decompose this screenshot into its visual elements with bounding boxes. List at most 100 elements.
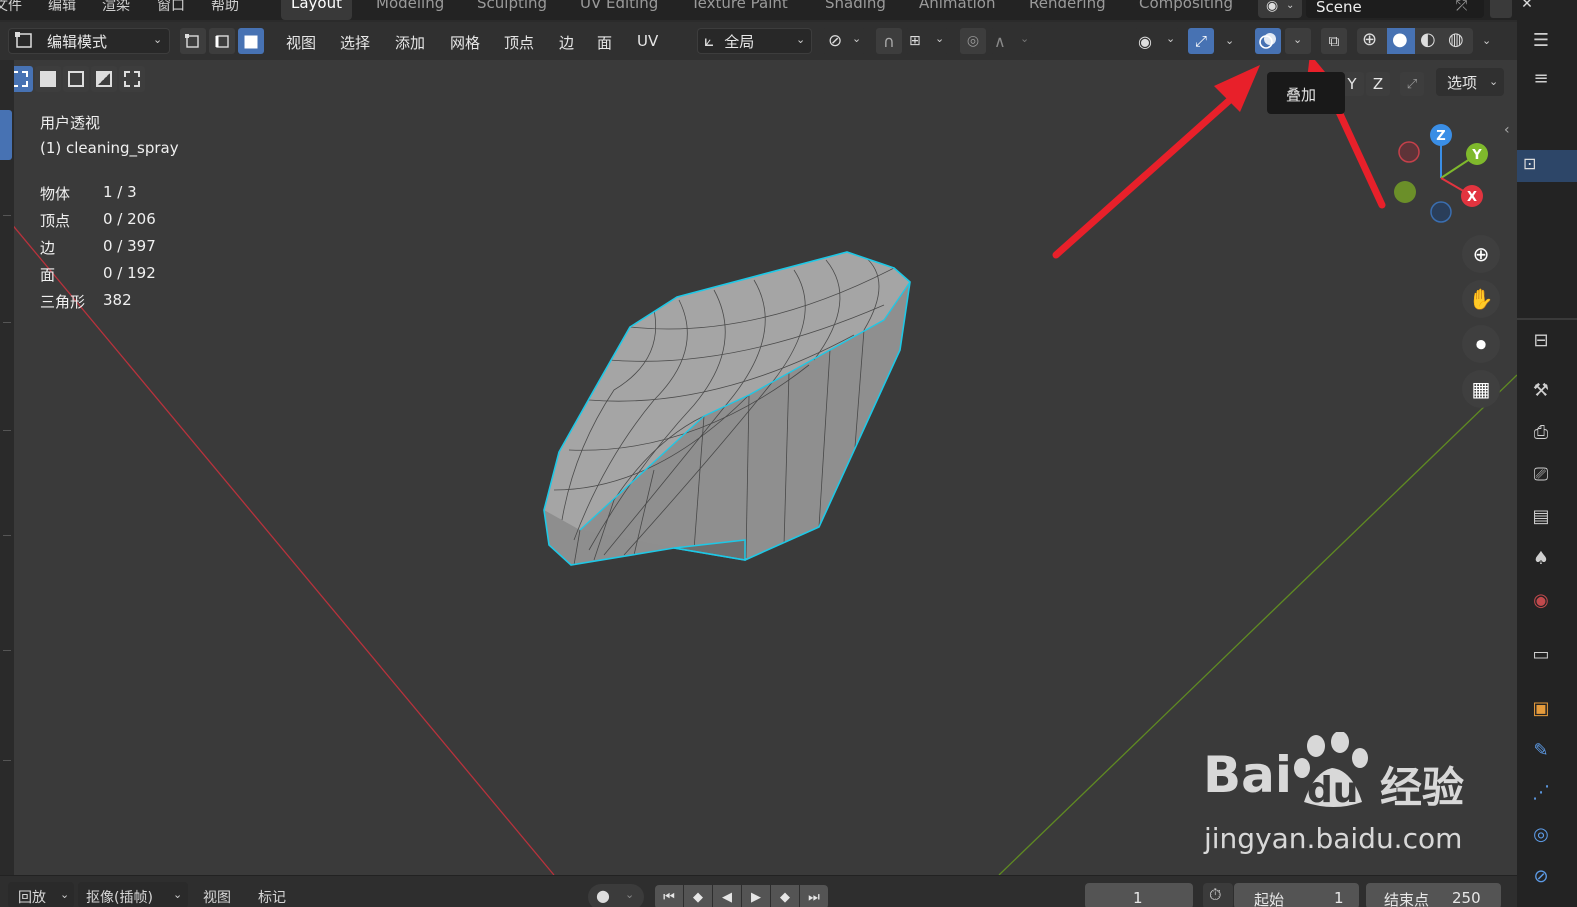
menu-edge[interactable]: 边 — [559, 32, 574, 53]
zoom-button[interactable]: ⊕ — [1462, 235, 1500, 273]
next-keyframe-button[interactable]: ◆ — [771, 885, 799, 907]
outliner-icon[interactable]: ☰ — [1527, 26, 1555, 54]
close-icon[interactable]: ✕ — [1516, 0, 1538, 18]
editor-type-icon[interactable]: ⊟ — [1527, 326, 1555, 354]
tab-modeling[interactable]: Modeling — [366, 0, 454, 20]
active-editor-tab[interactable]: ⊡ — [1517, 150, 1577, 182]
overlay-toggle-button[interactable] — [1255, 28, 1281, 54]
rendered-shading-icon[interactable]: ◍ — [1448, 29, 1464, 50]
chevron-down-icon: ⌄ — [935, 32, 945, 45]
navigation-gizmo[interactable]: Z Y X — [1384, 120, 1494, 230]
face-select-button[interactable] — [238, 28, 264, 54]
sidebar-toggle-icon[interactable]: ‹ — [1504, 122, 1510, 138]
active-tool-indicator[interactable] — [0, 110, 12, 160]
tab-compositing[interactable]: Compositing — [1129, 0, 1243, 20]
prev-keyframe-button[interactable]: ◆ — [684, 885, 712, 907]
list-icon[interactable]: ≡ — [1527, 64, 1555, 92]
play-button[interactable]: ▶ — [742, 885, 770, 907]
transform-orientation-dropdown[interactable]: ⟀ 全局 ⌄ — [697, 28, 812, 54]
object-icon[interactable]: ▣ — [1527, 694, 1555, 722]
jump-end-button[interactable]: ⏭ — [800, 885, 828, 907]
physics-icon[interactable]: ◎ — [1527, 820, 1555, 848]
preview-range-button[interactable]: ⏱ — [1203, 883, 1233, 907]
timeline-marker-menu[interactable]: 标记 — [258, 887, 286, 907]
play-reverse-button[interactable]: ◀ — [713, 885, 741, 907]
falloff-dropdown[interactable]: ∧ ⌄ — [990, 28, 1034, 54]
perspective-toggle-button[interactable]: ▦ — [1462, 370, 1500, 408]
playback-dropdown[interactable]: 回放 ⌄ — [8, 882, 74, 907]
snap-toggle-button[interactable]: ∩ — [876, 28, 902, 54]
menu-file[interactable]: 文件 — [0, 0, 22, 15]
scene-icon[interactable]: ◉ ⌄ — [1258, 0, 1302, 18]
menu-edit[interactable]: 编辑 — [48, 0, 76, 15]
menu-render[interactable]: 渲染 — [102, 0, 130, 15]
wireframe-shading-icon[interactable]: ⊕ — [1362, 29, 1377, 50]
timeline-view-menu[interactable]: 视图 — [203, 887, 231, 907]
tab-shading[interactable]: Shading — [815, 0, 896, 20]
tab-rendering[interactable]: Rendering — [1019, 0, 1116, 20]
view-layer-icon[interactable]: ▤ — [1527, 502, 1555, 530]
jump-start-button[interactable]: ⏮ — [655, 885, 683, 907]
axis-z-button[interactable]: Z — [1366, 72, 1390, 96]
gizmo-chevron-down-icon[interactable]: ⌄ — [1225, 34, 1234, 47]
menu-view[interactable]: 视图 — [286, 32, 316, 53]
select-box-intersect-button[interactable] — [119, 66, 145, 92]
end-frame-field[interactable]: 结束点 250 — [1366, 883, 1501, 907]
auto-merge-button[interactable]: ⤢ — [1400, 72, 1424, 96]
tab-uv-editing[interactable]: UV Editing — [570, 0, 668, 20]
keying-dropdown[interactable]: 抠像(插帧) ⌄ — [78, 882, 188, 907]
output-icon[interactable]: ⎚ — [1527, 460, 1555, 488]
menu-window[interactable]: 窗口 — [157, 0, 185, 15]
collection-icon[interactable]: ▭ — [1527, 640, 1555, 668]
particles-icon[interactable]: ⋰ — [1527, 778, 1555, 806]
pan-button[interactable]: ✋ — [1462, 280, 1500, 318]
tab-sculpting[interactable]: Sculpting — [467, 0, 557, 20]
mode-dropdown[interactable]: 编辑模式 ⌄ — [8, 28, 170, 54]
x-axis-label: X — [1467, 190, 1477, 205]
tab-layout[interactable]: Layout — [281, 0, 352, 20]
select-box-subtract-button[interactable] — [63, 66, 89, 92]
tool-icon[interactable]: ⚒ — [1527, 376, 1555, 404]
record-button[interactable]: ● ⌄ — [588, 884, 644, 907]
select-box-invert-button[interactable] — [91, 66, 117, 92]
proportional-edit-button[interactable]: ◎ — [960, 28, 986, 54]
menu-mesh[interactable]: 网格 — [450, 32, 480, 53]
menu-help[interactable]: 帮助 — [211, 0, 239, 15]
material-shading-icon[interactable]: ◐ — [1420, 29, 1436, 50]
world-icon[interactable]: ◉ — [1527, 586, 1555, 614]
vertex-select-button[interactable] — [180, 28, 206, 54]
select-box-new-button[interactable] — [14, 66, 33, 92]
select-box-extend-button[interactable] — [35, 66, 61, 92]
render-icon[interactable]: ⎙ — [1527, 418, 1555, 446]
current-frame-field[interactable]: 1 — [1085, 883, 1193, 907]
camera-view-button[interactable]: ⏺ — [1462, 325, 1500, 363]
solid-shading-button[interactable]: ● — [1387, 28, 1415, 54]
pin-icon[interactable]: ⤱ — [1456, 0, 1467, 14]
3d-viewport[interactable]: 用户透视 (1) cleaning_spray 物体 1 / 3 顶点 0 / … — [14, 60, 1517, 875]
menu-vertex[interactable]: 顶点 — [504, 32, 534, 53]
pivot-dropdown[interactable]: ⊘ ⌄ — [822, 28, 866, 54]
overlay-dropdown-button[interactable]: ⌄ — [1285, 28, 1311, 54]
xray-toggle-button[interactable]: ⧉ — [1321, 28, 1347, 54]
orientation-label: 全局 — [724, 32, 755, 51]
new-scene-icon[interactable] — [1490, 0, 1512, 18]
menu-uv[interactable]: UV — [637, 32, 658, 50]
edge-select-button[interactable] — [209, 28, 235, 54]
snap-target-dropdown[interactable]: ⊞ ⌄ — [905, 28, 949, 54]
modifier-wrench-icon[interactable]: ✎ — [1527, 736, 1555, 764]
scene-props-icon[interactable]: ♠ — [1527, 544, 1555, 572]
menu-face[interactable]: 面 — [597, 32, 612, 53]
menu-add[interactable]: 添加 — [395, 32, 425, 53]
options-dropdown[interactable]: 选项 ⌄ — [1436, 68, 1504, 96]
start-frame-field[interactable]: 起始 1 — [1234, 883, 1359, 907]
visibility-dropdown[interactable]: ◉ ⌄ — [1134, 28, 1180, 54]
x-axis-line — [14, 225, 555, 875]
menu-select[interactable]: 选择 — [340, 32, 370, 53]
tab-texture-paint[interactable]: Texture Paint — [681, 0, 798, 20]
tab-animation[interactable]: Animation — [909, 0, 1005, 20]
gizmo-toggle-button[interactable]: ⤢ — [1188, 28, 1214, 54]
object-name: (1) cleaning_spray — [40, 139, 179, 157]
divider — [3, 650, 11, 651]
constraints-icon[interactable]: ⊘ — [1527, 862, 1555, 890]
shading-chevron-down-icon[interactable]: ⌄ — [1482, 34, 1491, 47]
